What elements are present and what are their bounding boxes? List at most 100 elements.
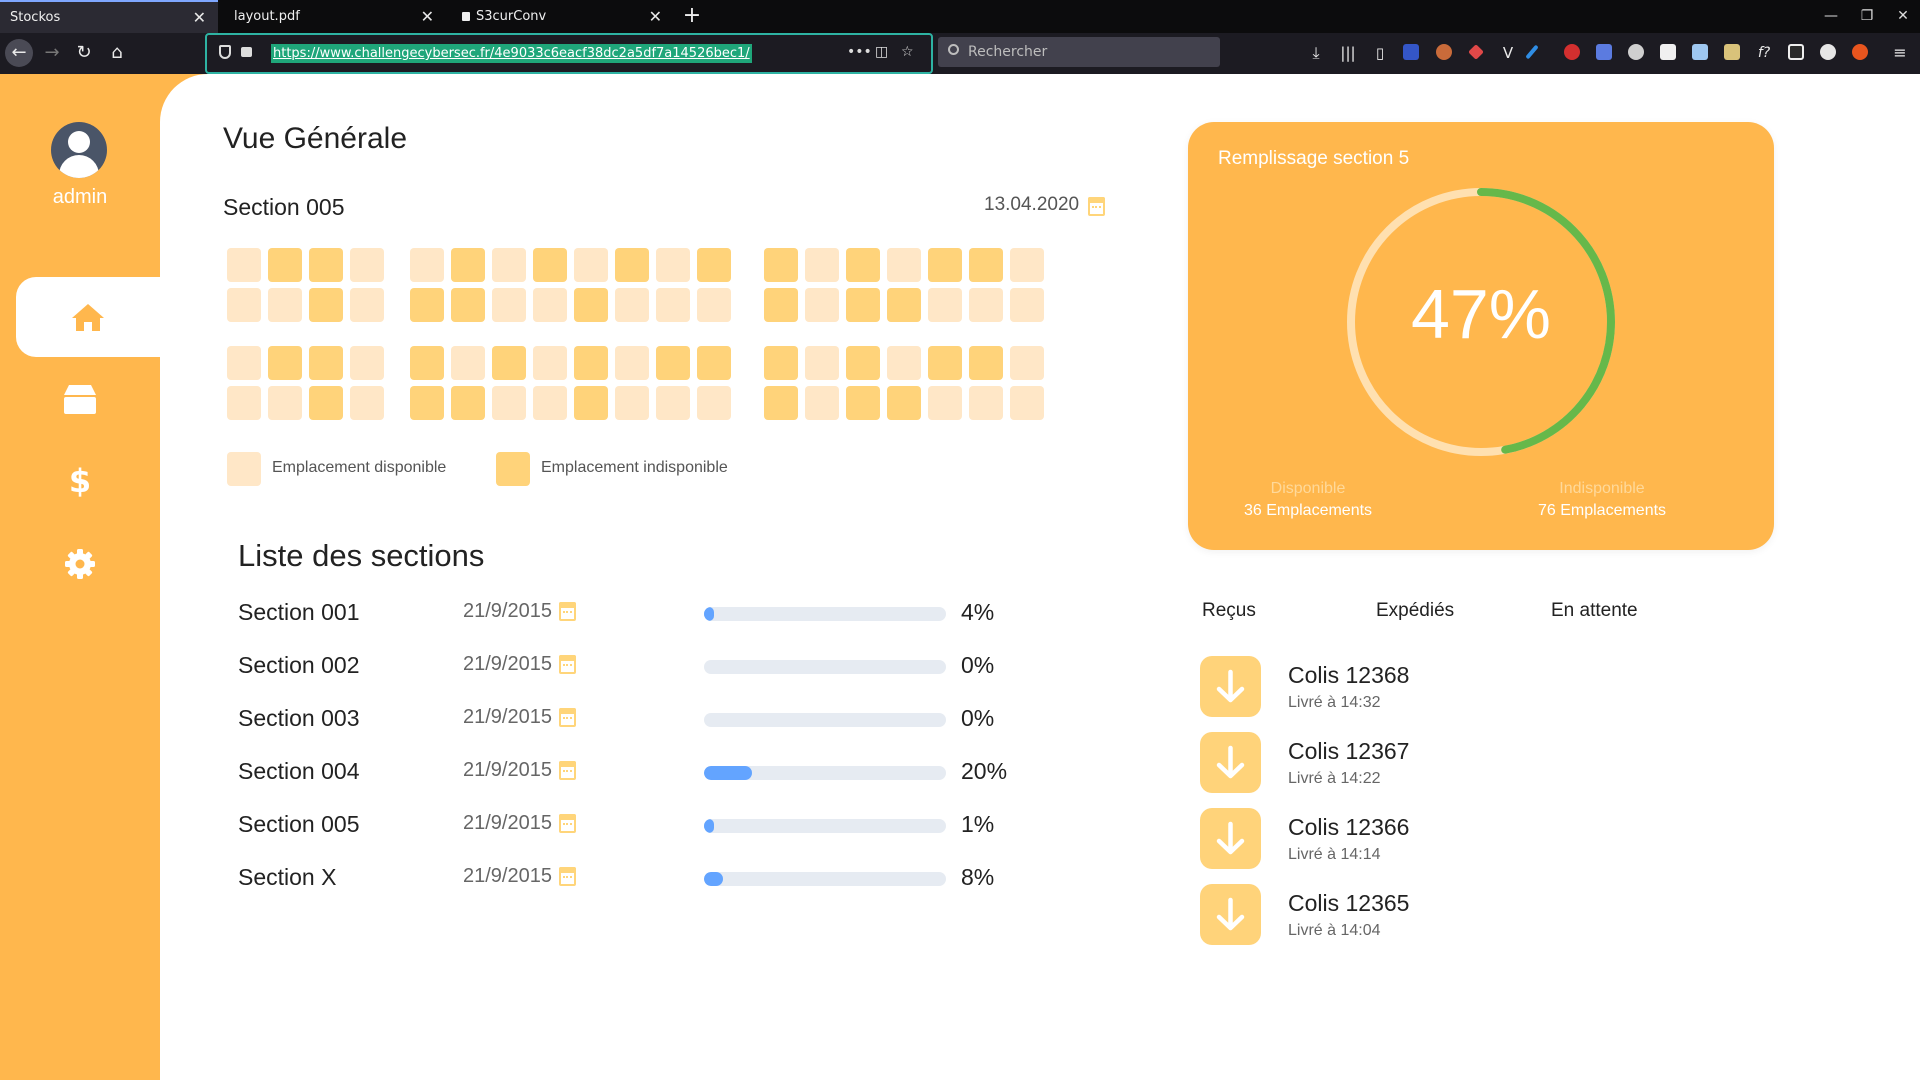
slot-unavailable[interactable] <box>574 346 608 380</box>
shield-icon[interactable] <box>219 45 231 59</box>
slot-unavailable[interactable] <box>410 386 444 420</box>
slot-unavailable[interactable] <box>451 288 485 322</box>
slot-unavailable[interactable] <box>846 248 880 282</box>
slot-unavailable[interactable] <box>533 248 567 282</box>
close-icon[interactable]: ✕ <box>649 0 662 33</box>
tab-layout-pdf[interactable]: layout.pdf ✕ <box>224 0 446 33</box>
extension-icon[interactable] <box>1852 44 1868 60</box>
minimize-button[interactable]: — <box>1812 0 1850 33</box>
extension-v-icon[interactable]: V <box>1494 39 1522 67</box>
slot-unavailable[interactable] <box>928 248 962 282</box>
parcel-item[interactable]: Colis 12365 Livré à 14:04 <box>1200 884 1700 946</box>
sidebar-item-settings[interactable] <box>0 524 160 604</box>
slot-unavailable[interactable] <box>697 346 731 380</box>
extension-icon[interactable] <box>1660 44 1676 60</box>
slot-unavailable[interactable] <box>928 346 962 380</box>
sidebar-item-home[interactable] <box>16 277 160 357</box>
slot-available[interactable] <box>227 288 261 322</box>
slot-available[interactable] <box>656 288 690 322</box>
section-name[interactable]: Section 001 <box>238 599 359 626</box>
slot-unavailable[interactable] <box>410 288 444 322</box>
slot-unavailable[interactable] <box>846 346 880 380</box>
slot-unavailable[interactable] <box>451 248 485 282</box>
slot-unavailable[interactable] <box>574 386 608 420</box>
parcel-item[interactable]: Colis 12367 Livré à 14:22 <box>1200 732 1700 794</box>
slot-available[interactable] <box>887 248 921 282</box>
extension-icon[interactable] <box>1820 44 1836 60</box>
slot-unavailable[interactable] <box>887 288 921 322</box>
slot-available[interactable] <box>805 288 839 322</box>
slot-available[interactable] <box>492 248 526 282</box>
slot-available[interactable] <box>451 346 485 380</box>
slot-available[interactable] <box>1010 288 1044 322</box>
slot-available[interactable] <box>656 386 690 420</box>
slot-available[interactable] <box>656 248 690 282</box>
slot-unavailable[interactable] <box>309 346 343 380</box>
tab-s3curconv[interactable]: S3curConv ✕ <box>452 0 674 33</box>
address-bar[interactable]: https://www.challengecybersec.fr/4e9033c… <box>205 33 933 74</box>
slot-unavailable[interactable] <box>574 288 608 322</box>
lock-icon[interactable] <box>241 47 252 57</box>
slot-available[interactable] <box>492 386 526 420</box>
slot-unavailable[interactable] <box>697 248 731 282</box>
home-button[interactable]: ⌂ <box>103 39 131 67</box>
extension-icon[interactable] <box>1724 44 1740 60</box>
sidebar-item-finance[interactable]: $ <box>0 441 160 521</box>
calendar-icon[interactable] <box>559 867 576 886</box>
slot-available[interactable] <box>410 248 444 282</box>
slot-unavailable[interactable] <box>764 346 798 380</box>
tab-received[interactable]: Reçus <box>1202 600 1256 622</box>
extension-icon[interactable] <box>1628 44 1644 60</box>
avatar[interactable] <box>51 122 107 178</box>
calendar-icon[interactable] <box>559 602 576 621</box>
reload-button[interactable]: ↻ <box>70 39 98 67</box>
back-button[interactable]: ← <box>5 39 33 67</box>
slot-available[interactable] <box>805 248 839 282</box>
slot-available[interactable] <box>350 248 384 282</box>
tab-shipped[interactable]: Expédiés <box>1376 600 1454 622</box>
slot-unavailable[interactable] <box>309 288 343 322</box>
extension-icon[interactable] <box>1436 44 1452 60</box>
calendar-icon[interactable] <box>559 814 576 833</box>
slot-available[interactable] <box>805 386 839 420</box>
sidebar-item-stock[interactable] <box>0 359 160 439</box>
slot-available[interactable] <box>969 288 1003 322</box>
slot-unavailable[interactable] <box>764 288 798 322</box>
download-icon[interactable]: ⤓ <box>1302 39 1330 67</box>
slot-unavailable[interactable] <box>764 386 798 420</box>
slot-available[interactable] <box>615 346 649 380</box>
adblock-icon[interactable] <box>1564 44 1580 60</box>
close-icon[interactable]: ✕ <box>193 2 206 33</box>
section-name[interactable]: Section 002 <box>238 652 359 679</box>
slot-available[interactable] <box>227 248 261 282</box>
slot-unavailable[interactable] <box>846 288 880 322</box>
more-icon[interactable]: ••• <box>847 44 872 60</box>
slot-unavailable[interactable] <box>764 248 798 282</box>
library-icon[interactable]: ||| <box>1334 39 1362 67</box>
forward-button[interactable]: → <box>38 39 66 67</box>
slot-unavailable[interactable] <box>451 386 485 420</box>
url-text[interactable]: https://www.challengecybersec.fr/4e9033c… <box>271 44 752 63</box>
slot-unavailable[interactable] <box>656 346 690 380</box>
slot-unavailable[interactable] <box>846 386 880 420</box>
slot-unavailable[interactable] <box>969 346 1003 380</box>
slot-unavailable[interactable] <box>410 346 444 380</box>
slot-available[interactable] <box>697 386 731 420</box>
slot-available[interactable] <box>615 386 649 420</box>
extension-icon[interactable] <box>1403 44 1419 60</box>
slot-unavailable[interactable] <box>887 386 921 420</box>
slot-available[interactable] <box>533 346 567 380</box>
calendar-icon[interactable] <box>559 708 576 727</box>
slot-available[interactable] <box>697 288 731 322</box>
menu-icon[interactable]: ≡ <box>1886 39 1914 67</box>
function-icon[interactable]: f? <box>1750 39 1778 67</box>
section-name[interactable]: Section 003 <box>238 705 359 732</box>
slot-available[interactable] <box>928 386 962 420</box>
slot-available[interactable] <box>533 288 567 322</box>
new-tab-button[interactable]: + <box>680 0 704 33</box>
slot-available[interactable] <box>805 346 839 380</box>
slot-available[interactable] <box>1010 248 1044 282</box>
close-icon[interactable]: ✕ <box>421 0 434 33</box>
slot-available[interactable] <box>969 386 1003 420</box>
section-name[interactable]: Section 005 <box>238 811 359 838</box>
